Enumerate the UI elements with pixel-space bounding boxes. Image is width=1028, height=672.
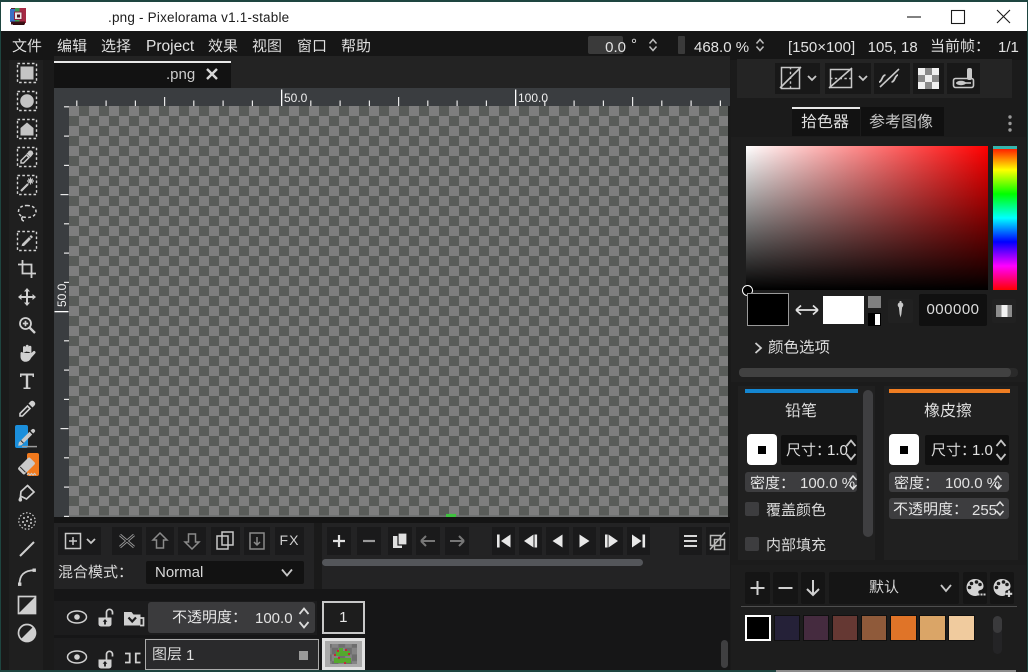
svg-text:50.0: 50.0 bbox=[284, 91, 308, 105]
svg-text:100.0: 100.0 bbox=[518, 91, 548, 105]
svg-text:50.0: 50.0 bbox=[55, 283, 69, 307]
